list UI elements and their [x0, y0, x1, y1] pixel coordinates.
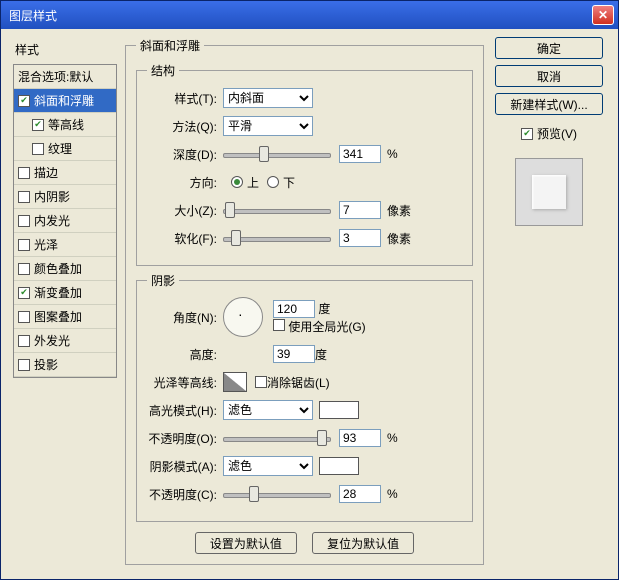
sidebar-item-inner-shadow[interactable]: 内阴影 — [14, 185, 116, 209]
shadow-legend: 阴影 — [147, 272, 179, 289]
shadow-opacity-slider[interactable] — [223, 485, 331, 503]
style-list: 混合选项:默认 斜面和浮雕 等高线 纹理 描边 内阴影 内发光 光泽 颜色叠加 … — [13, 64, 117, 378]
checkbox-icon[interactable] — [18, 359, 30, 371]
checkbox-icon[interactable] — [18, 95, 30, 107]
sidebar-item-drop-shadow[interactable]: 投影 — [14, 353, 116, 377]
hopacity-label: 不透明度(O): — [147, 430, 223, 447]
sidebar-item-pattern-overlay[interactable]: 图案叠加 — [14, 305, 116, 329]
sidebar-item-gradient-overlay[interactable]: 渐变叠加 — [14, 281, 116, 305]
layer-style-dialog: 图层样式 ✕ 样式 混合选项:默认 斜面和浮雕 等高线 纹理 描边 内阴影 内发… — [0, 0, 619, 580]
sidebar-item-color-overlay[interactable]: 颜色叠加 — [14, 257, 116, 281]
method-label: 方法(Q): — [147, 118, 223, 135]
preview-checkbox[interactable] — [521, 128, 533, 140]
checkbox-icon[interactable] — [18, 239, 30, 251]
shadow-mode-select[interactable]: 滤色 — [223, 456, 313, 476]
panel-title: 斜面和浮雕 — [136, 37, 204, 54]
depth-input[interactable] — [339, 145, 381, 163]
shadow-opacity-input[interactable] — [339, 485, 381, 503]
style-label: 样式(T): — [147, 90, 223, 107]
preview-label: 预览(V) — [537, 125, 577, 142]
sidebar-item-texture[interactable]: 纹理 — [14, 137, 116, 161]
checkbox-icon[interactable] — [18, 263, 30, 275]
gloss-label: 光泽等高线: — [147, 374, 223, 391]
sidebar-item-contour[interactable]: 等高线 — [14, 113, 116, 137]
structure-legend: 结构 — [147, 62, 179, 79]
altitude-label: 高度: — [147, 346, 223, 363]
soften-label: 软化(F): — [147, 230, 223, 247]
checkbox-icon[interactable] — [18, 335, 30, 347]
shadow-color[interactable] — [319, 457, 359, 475]
size-label: 大小(Z): — [147, 202, 223, 219]
sidebar-header: 样式 — [13, 37, 117, 64]
depth-slider[interactable] — [223, 145, 331, 163]
altitude-input[interactable] — [273, 345, 315, 363]
global-light-checkbox[interactable] — [273, 319, 285, 331]
checkbox-icon[interactable] — [18, 167, 30, 179]
cancel-button[interactable]: 取消 — [495, 65, 603, 87]
checkbox-icon[interactable] — [32, 143, 44, 155]
checkbox-icon[interactable] — [32, 119, 44, 131]
make-default-button[interactable]: 设置为默认值 — [195, 532, 297, 554]
direction-up-radio[interactable] — [231, 176, 243, 188]
size-input[interactable] — [339, 201, 381, 219]
depth-label: 深度(D): — [147, 146, 223, 163]
gloss-contour-picker[interactable] — [223, 372, 247, 392]
reset-default-button[interactable]: 复位为默认值 — [312, 532, 414, 554]
direction-down-radio[interactable] — [267, 176, 279, 188]
blending-options[interactable]: 混合选项:默认 — [14, 65, 116, 89]
checkbox-icon[interactable] — [18, 311, 30, 323]
smode-label: 阴影模式(A): — [147, 458, 223, 475]
sopacity-label: 不透明度(C): — [147, 486, 223, 503]
soften-input[interactable] — [339, 229, 381, 247]
sidebar-item-outer-glow[interactable]: 外发光 — [14, 329, 116, 353]
titlebar: 图层样式 ✕ — [1, 1, 618, 29]
method-select[interactable]: 平滑 — [223, 116, 313, 136]
highlight-mode-select[interactable]: 滤色 — [223, 400, 313, 420]
checkbox-icon[interactable] — [18, 287, 30, 299]
direction-label: 方向: — [147, 174, 223, 191]
sidebar-item-bevel[interactable]: 斜面和浮雕 — [14, 89, 116, 113]
size-slider[interactable] — [223, 201, 331, 219]
close-icon: ✕ — [598, 8, 608, 22]
soften-slider[interactable] — [223, 229, 331, 247]
antialias-checkbox[interactable] — [255, 376, 267, 388]
hmode-label: 高光模式(H): — [147, 402, 223, 419]
sidebar-item-stroke[interactable]: 描边 — [14, 161, 116, 185]
angle-dial[interactable] — [223, 297, 263, 337]
dialog-title: 图层样式 — [9, 7, 57, 24]
sidebar-item-satin[interactable]: 光泽 — [14, 233, 116, 257]
structure-fieldset: 结构 样式(T):内斜面 方法(Q):平滑 深度(D):% 方向:上下 大小(Z… — [136, 62, 473, 266]
style-sidebar: 样式 混合选项:默认 斜面和浮雕 等高线 纹理 描边 内阴影 内发光 光泽 颜色… — [13, 37, 117, 571]
ok-button[interactable]: 确定 — [495, 37, 603, 59]
right-column: 确定 取消 新建样式(W)... 预览(V) — [492, 37, 606, 571]
sidebar-item-inner-glow[interactable]: 内发光 — [14, 209, 116, 233]
preview-swatch — [515, 158, 583, 226]
close-button[interactable]: ✕ — [592, 5, 614, 25]
settings-panel: 斜面和浮雕 结构 样式(T):内斜面 方法(Q):平滑 深度(D):% 方向:上… — [125, 37, 484, 571]
highlight-opacity-slider[interactable] — [223, 429, 331, 447]
checkbox-icon[interactable] — [18, 215, 30, 227]
shadow-fieldset: 阴影 角度(N): 度 使用全局光(G) 高度: 度 光泽等高线: 消除锯齿(L… — [136, 272, 473, 522]
bevel-fieldset: 斜面和浮雕 结构 样式(T):内斜面 方法(Q):平滑 深度(D):% 方向:上… — [125, 37, 484, 565]
checkbox-icon[interactable] — [18, 191, 30, 203]
style-select[interactable]: 内斜面 — [223, 88, 313, 108]
highlight-opacity-input[interactable] — [339, 429, 381, 447]
highlight-color[interactable] — [319, 401, 359, 419]
angle-input[interactable] — [273, 300, 315, 318]
angle-label: 角度(N): — [147, 309, 223, 326]
new-style-button[interactable]: 新建样式(W)... — [495, 93, 603, 115]
